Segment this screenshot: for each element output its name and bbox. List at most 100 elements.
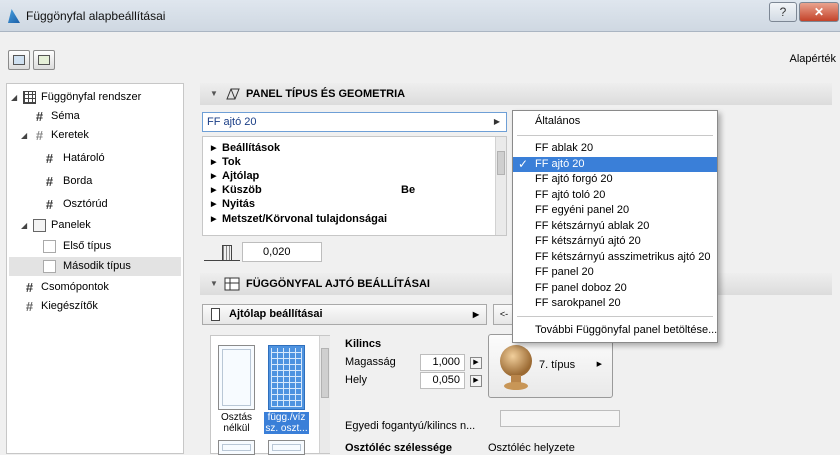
dropdown-item[interactable]: FF kétszárnyú ablak 20 [513, 219, 717, 234]
custom-handle-label: Egyedi fogantyú/kilincs n... [345, 420, 476, 432]
panel-type-section-header[interactable]: ▼ PANEL TÍPUS ÉS GEOMETRIA [200, 83, 832, 105]
title-bar: Függönyfal alapbeállításai ? ✕ [0, 0, 840, 32]
chevron-right-icon: ▶ [472, 310, 479, 319]
property-label: Nyitás [222, 198, 256, 210]
dropdown-item[interactable]: FF ajtó toló 20 [513, 188, 717, 203]
dropdown-item[interactable]: FF panel doboz 20 [513, 281, 717, 296]
property-frame[interactable]: ▶ Tok [211, 155, 241, 169]
selected-panel-type: FF ajtó 20 [207, 116, 257, 128]
handle-type-button[interactable]: 7. típus ▶ [488, 334, 613, 398]
defaults-label: Alapérték [789, 53, 836, 65]
close-button[interactable]: ✕ [799, 2, 839, 22]
dropdown-category-general[interactable]: Általános [513, 114, 717, 129]
collapse-arrow-icon[interactable]: ◢ [21, 126, 31, 145]
tree-item-label: Osztórúd [63, 198, 108, 210]
dropdown-item-label: FF sarokpanel 20 [535, 297, 621, 309]
thumbnails-scrollbar[interactable] [319, 336, 330, 453]
tree-item-second-type[interactable]: Második típus [9, 257, 181, 276]
thumbnail-grid-division[interactable] [268, 345, 305, 410]
dropdown-item[interactable]: FF panel 20 [513, 265, 717, 280]
dropdown-item-label: FF panel doboz 20 [535, 281, 627, 294]
mullion-position-label: Osztóléc helyzete [488, 442, 575, 454]
thickness-input[interactable]: 0,020 [242, 242, 322, 262]
dropdown-item-label: FF panel 20 [535, 266, 594, 278]
dropdown-item[interactable]: FF kétszárnyú asszimetrikus ajtó 20 [513, 250, 717, 265]
section-title: FÜGGÖNYFAL AJTÓ BEÁLLÍTÁSAI [246, 278, 430, 290]
tree-item-label: Keretek [51, 129, 89, 141]
dropdown-item-label: FF kétszárnyú ajtó 20 [535, 235, 641, 247]
thumbnail-more[interactable] [218, 440, 255, 455]
panel-type-dropdown: Általános FF ablak 20 ✓ FF ajtó 20 FF ajtó … [512, 110, 718, 343]
property-threshold[interactable]: ▶ Küszöb Be [211, 183, 501, 197]
help-button[interactable]: ? [769, 2, 797, 22]
dropdown-item[interactable]: FF kétszárnyú ajtó 20 [513, 234, 717, 249]
division-thumbnails: Osztás nélkül függ./víz sz. oszt... [210, 335, 330, 455]
property-value: Be [401, 184, 416, 196]
load-more-panels-item[interactable]: További Függönyfal panel betöltése... [513, 323, 717, 338]
window-title: Függönyfal alapbeállításai [26, 9, 166, 23]
handle-height-label: Magasság [345, 356, 396, 368]
property-label: Tok [222, 156, 241, 168]
handle-position-label: Hely [345, 374, 368, 386]
thumbnail-no-division[interactable] [218, 345, 255, 410]
frame-icon: # [45, 174, 54, 189]
dropdown-item[interactable]: FF ablak 20 [513, 141, 717, 156]
settings-dialog: Függönyfal alapbeállításai ? ✕ Alapérték… [0, 0, 840, 455]
door-leaf-settings-button[interactable]: Ajtólap beállításai ▶ [202, 304, 487, 325]
dropdown-item[interactable]: FF ajtó forgó 20 [513, 172, 717, 187]
custom-handle-input[interactable] [500, 410, 620, 427]
dropdown-item[interactable]: FF egyéni panel 20 [513, 203, 717, 218]
chevron-right-icon: ▶ [596, 361, 602, 368]
frame-icon: # [35, 128, 44, 143]
dropdown-item-label: FF egyéni panel 20 [535, 204, 630, 216]
frame-icon: # [45, 151, 54, 166]
favorites-icon[interactable] [8, 50, 30, 70]
tree-item-label: Határoló [63, 152, 105, 164]
button-label: Ajtólap beállításai [229, 308, 323, 320]
handle-position-input[interactable]: 0,050 [420, 372, 465, 389]
app-icon [8, 9, 20, 23]
settings-tree: ◢ Függönyfal rendszer # Séma ◢ # Keretek… [6, 83, 184, 454]
collapse-arrow-icon[interactable]: ◢ [11, 88, 21, 107]
property-label: Metszet/Körvonal tulajdonságai [222, 213, 388, 225]
mullion-width-label: Osztóléc szélessége [345, 442, 453, 454]
tree-item-label: Függönyfal rendszer [41, 91, 142, 103]
thumbnail-label: Osztás nélkül [220, 412, 253, 434]
tree-item-label: Panelek [51, 219, 91, 231]
panel-type-select[interactable]: FF ajtó 20 ▶ [202, 112, 507, 132]
dropdown-item[interactable]: FF sarokpanel 20 [513, 296, 717, 311]
dropdown-item-label: FF kétszárnyú ablak 20 [535, 219, 650, 232]
accessory-icon: # [25, 299, 34, 314]
property-door-leaf[interactable]: ▶ Ajtólap [211, 169, 259, 183]
tree-item-label: Kiegészítők [41, 300, 98, 312]
handle-height-input[interactable]: 1,000 [420, 354, 465, 371]
collapse-arrow-icon[interactable]: ◢ [21, 216, 31, 235]
settings-panel: ▼ PANEL TÍPUS ÉS GEOMETRIA FF ajtó 20 ▶ … [196, 83, 840, 455]
dropdown-item-label: FF kétszárnyú asszimetrikus ajtó 20 [535, 250, 711, 263]
scrollbar-thumb[interactable] [497, 151, 505, 175]
dropdown-divider [517, 316, 713, 317]
scrollbar-thumb[interactable] [321, 348, 329, 398]
property-opening[interactable]: ▶ Nyitás [211, 197, 255, 211]
thumbnail-more[interactable] [268, 440, 305, 455]
dropdown-item-label: FF ajtó forgó 20 [535, 173, 613, 185]
handle-position-button[interactable]: ▶ [470, 375, 482, 387]
tree-item-label: Első típus [63, 240, 112, 252]
panel-icon [43, 260, 56, 273]
dropdown-item[interactable]: ✓ FF ajtó 20 [513, 156, 717, 172]
copy-settings-icon[interactable] [33, 50, 55, 70]
tree-item-label: Séma [51, 110, 80, 122]
chevron-right-icon: ▶ [493, 117, 500, 126]
junction-icon: # [25, 280, 34, 295]
property-label: Beállítások [222, 142, 281, 154]
tree-item-label: Második típus [63, 260, 131, 272]
properties-scrollbar[interactable] [495, 137, 506, 235]
dropdown-divider [517, 135, 713, 136]
panel-thickness-icon [204, 245, 240, 261]
property-settings[interactable]: ▶ Beállítások [211, 141, 280, 155]
property-section-contour[interactable]: ▶ Metszet/Körvonal tulajdonságai [211, 212, 387, 226]
thumbnail-label: függ./víz sz. oszt... [264, 412, 309, 434]
handle-height-button[interactable]: ▶ [470, 357, 482, 369]
dropdown-item-label: FF ablak 20 [535, 142, 594, 154]
panel-geometry-icon [224, 87, 240, 101]
